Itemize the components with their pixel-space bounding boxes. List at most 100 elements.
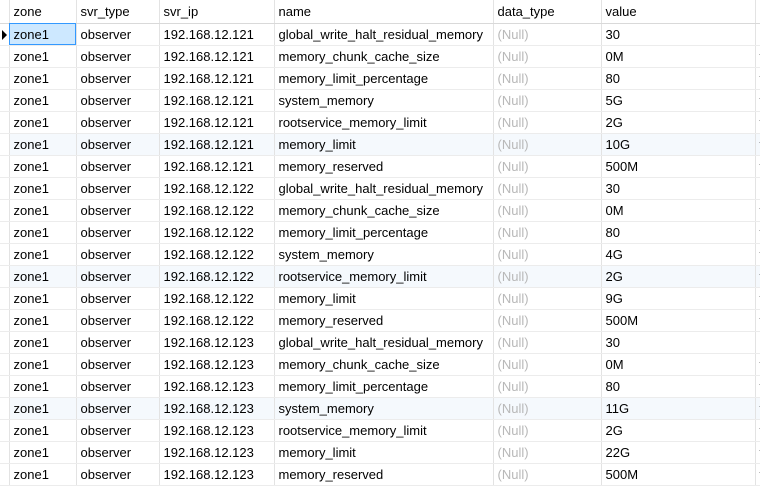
- cell-name[interactable]: memory_limit: [274, 287, 494, 310]
- cell-data-type[interactable]: (Null): [493, 331, 602, 354]
- cell-data-type[interactable]: (Null): [493, 155, 602, 178]
- cell-value[interactable]: 30: [601, 177, 756, 200]
- row-indicator[interactable]: [0, 221, 10, 244]
- cell-value[interactable]: 0M: [601, 199, 756, 222]
- row-indicator[interactable]: [0, 309, 10, 332]
- table-row[interactable]: zone1 observer 192.168.12.122 memory_chunk_…: [0, 199, 760, 222]
- cell-svr-type[interactable]: observer: [76, 177, 160, 200]
- cell-svr-type[interactable]: observer: [76, 133, 160, 156]
- cell-name[interactable]: memory_chunk_cache_size: [274, 199, 494, 222]
- table-row[interactable]: zone1 observer 192.168.12.121 memory_chunk_…: [0, 45, 760, 68]
- cell-svr-ip[interactable]: 192.168.12.121: [159, 111, 275, 134]
- cell-svr-ip[interactable]: 192.168.12.123: [159, 441, 275, 464]
- table-row[interactable]: zone1 observer 192.168.12.121 memory_reserv…: [0, 155, 760, 178]
- cell-svr-ip[interactable]: 192.168.12.121: [159, 45, 275, 68]
- cell-zone[interactable]: zone1: [9, 309, 77, 332]
- row-indicator[interactable]: [0, 177, 10, 200]
- cell-value[interactable]: 2G: [601, 419, 756, 442]
- cell-svr-ip[interactable]: 192.168.12.122: [159, 177, 275, 200]
- cell-svr-type[interactable]: observer: [76, 309, 160, 332]
- row-indicator[interactable]: [0, 397, 10, 420]
- table-row[interactable]: zone1 observer 192.168.12.122 system_memory…: [0, 243, 760, 266]
- cell-value[interactable]: 30: [601, 23, 756, 46]
- cell-truncated[interactable]: t: [755, 111, 760, 134]
- cell-svr-ip[interactable]: 192.168.12.121: [159, 89, 275, 112]
- cell-svr-ip[interactable]: 192.168.12.123: [159, 419, 275, 442]
- cell-svr-ip[interactable]: 192.168.12.121: [159, 133, 275, 156]
- cell-value[interactable]: 2G: [601, 265, 756, 288]
- cell-name[interactable]: rootservice_memory_limit: [274, 419, 494, 442]
- cell-svr-ip[interactable]: 192.168.12.122: [159, 287, 275, 310]
- cell-svr-type[interactable]: observer: [76, 331, 160, 354]
- cell-data-type[interactable]: (Null): [493, 463, 602, 486]
- cell-truncated[interactable]: c: [755, 23, 760, 46]
- cell-data-type[interactable]: (Null): [493, 67, 602, 90]
- cell-zone[interactable]: zone1: [9, 67, 77, 90]
- table-row[interactable]: zone1 observer 192.168.12.122 global_write_…: [0, 177, 760, 200]
- cell-truncated[interactable]: t: [755, 221, 760, 244]
- cell-svr-ip[interactable]: 192.168.12.123: [159, 397, 275, 420]
- row-indicator[interactable]: [0, 353, 10, 376]
- cell-name[interactable]: system_memory: [274, 397, 494, 420]
- cell-truncated[interactable]: t: [755, 287, 760, 310]
- column-header-name[interactable]: name: [274, 0, 494, 24]
- cell-data-type[interactable]: (Null): [493, 441, 602, 464]
- cell-data-type[interactable]: (Null): [493, 265, 602, 288]
- cell-name[interactable]: global_write_halt_residual_memory: [274, 177, 494, 200]
- cell-svr-type[interactable]: observer: [76, 155, 160, 178]
- cell-value[interactable]: 2G: [601, 111, 756, 134]
- cell-value[interactable]: 10G: [601, 133, 756, 156]
- cell-data-type[interactable]: (Null): [493, 353, 602, 376]
- cell-svr-type[interactable]: observer: [76, 441, 160, 464]
- cell-data-type[interactable]: (Null): [493, 287, 602, 310]
- table-row[interactable]: zone1 observer 192.168.12.121 global_write_…: [0, 23, 760, 46]
- cell-svr-type[interactable]: observer: [76, 67, 160, 90]
- cell-value[interactable]: 9G: [601, 287, 756, 310]
- row-indicator[interactable]: [0, 331, 10, 354]
- cell-truncated[interactable]: t: [755, 155, 760, 178]
- cell-truncated[interactable]: t: [755, 463, 760, 486]
- row-indicator[interactable]: [0, 419, 10, 442]
- cell-svr-type[interactable]: observer: [76, 221, 160, 244]
- table-row[interactable]: zone1 observer 192.168.12.123 memory_limit(…: [0, 441, 760, 464]
- cell-zone[interactable]: zone1: [9, 23, 77, 46]
- cell-name[interactable]: memory_limit_percentage: [274, 67, 494, 90]
- row-indicator[interactable]: [0, 23, 10, 46]
- cell-svr-ip[interactable]: 192.168.12.122: [159, 243, 275, 266]
- cell-zone[interactable]: zone1: [9, 265, 77, 288]
- table-row[interactable]: zone1 observer 192.168.12.121 system_memory…: [0, 89, 760, 112]
- cell-zone[interactable]: zone1: [9, 397, 77, 420]
- cell-zone[interactable]: zone1: [9, 111, 77, 134]
- cell-svr-ip[interactable]: 192.168.12.123: [159, 463, 275, 486]
- cell-zone[interactable]: zone1: [9, 331, 77, 354]
- row-indicator[interactable]: [0, 155, 10, 178]
- cell-svr-type[interactable]: observer: [76, 199, 160, 222]
- cell-data-type[interactable]: (Null): [493, 133, 602, 156]
- cell-data-type[interactable]: (Null): [493, 221, 602, 244]
- table-row[interactable]: zone1 observer 192.168.12.121 memory_limit_…: [0, 67, 760, 90]
- table-row[interactable]: zone1 observer 192.168.12.122 rootservice_m…: [0, 265, 760, 288]
- cell-svr-type[interactable]: observer: [76, 353, 160, 376]
- cell-zone[interactable]: zone1: [9, 419, 77, 442]
- cell-value[interactable]: 30: [601, 331, 756, 354]
- cell-value[interactable]: 22G: [601, 441, 756, 464]
- cell-data-type[interactable]: (Null): [493, 199, 602, 222]
- cell-name[interactable]: memory_limit: [274, 441, 494, 464]
- table-row[interactable]: zone1 observer 192.168.12.123 memory_reserv…: [0, 463, 760, 486]
- cell-svr-type[interactable]: observer: [76, 375, 160, 398]
- cell-zone[interactable]: zone1: [9, 221, 77, 244]
- cell-zone[interactable]: zone1: [9, 463, 77, 486]
- cell-value[interactable]: 500M: [601, 155, 756, 178]
- result-grid[interactable]: zone svr_type svr_ip name data_type valu…: [0, 0, 760, 497]
- cell-value[interactable]: 5G: [601, 89, 756, 112]
- cell-truncated[interactable]: t: [755, 309, 760, 332]
- cell-svr-type[interactable]: observer: [76, 111, 160, 134]
- cell-value[interactable]: 11G: [601, 397, 756, 420]
- cell-svr-ip[interactable]: 192.168.12.122: [159, 199, 275, 222]
- table-row[interactable]: zone1 observer 192.168.12.123 memory_limit_…: [0, 375, 760, 398]
- table-row[interactable]: zone1 observer 192.168.12.123 global_write_…: [0, 331, 760, 354]
- cell-name[interactable]: memory_reserved: [274, 463, 494, 486]
- cell-truncated[interactable]: t: [755, 243, 760, 266]
- table-row[interactable]: zone1 observer 192.168.12.123 system_memory…: [0, 397, 760, 420]
- cell-truncated[interactable]: t: [755, 441, 760, 464]
